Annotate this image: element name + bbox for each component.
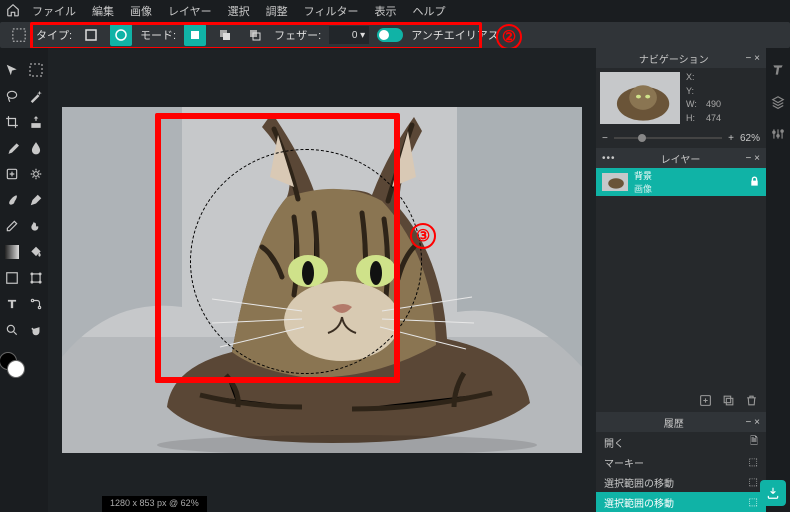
menu-select[interactable]: 選択 xyxy=(222,1,256,21)
selection-marquee xyxy=(190,149,422,374)
clone-tool[interactable] xyxy=(26,112,46,132)
zoom-out-button[interactable]: − xyxy=(602,133,608,144)
crop-tool[interactable] xyxy=(2,112,22,132)
layers-panel-icon[interactable] xyxy=(768,92,788,112)
mode-add-button[interactable] xyxy=(214,24,236,46)
panels: ナビゲーション − × X: Y: W:490 H:474 − + 62% ••… xyxy=(596,48,766,512)
menu-edit[interactable]: 編集 xyxy=(86,1,120,21)
duplicate-layer-icon[interactable] xyxy=(722,394,735,410)
zoom-tool[interactable] xyxy=(2,320,22,340)
transform-tool[interactable] xyxy=(26,268,46,288)
layers-footer xyxy=(596,392,766,412)
nav-title: ナビゲーション xyxy=(602,51,746,66)
move-tool[interactable] xyxy=(2,60,22,80)
layer-type: 画像 xyxy=(634,182,743,195)
nav-panel-header[interactable]: ナビゲーション − × xyxy=(596,48,766,68)
type-label: タイプ: xyxy=(36,27,72,43)
brush-tool[interactable] xyxy=(2,190,22,210)
nav-info: X: Y: W:490 H:474 xyxy=(686,72,721,124)
mode-label: モード: xyxy=(140,27,176,43)
minimize-icon[interactable]: − xyxy=(746,153,752,164)
zoom-slider[interactable] xyxy=(614,137,722,139)
type-ellipse-button[interactable] xyxy=(110,24,132,46)
layer-thumbnail xyxy=(602,173,628,191)
fill-tool[interactable] xyxy=(26,242,46,262)
feather-label: フェザー: xyxy=(274,27,321,43)
history-item-active[interactable]: 選択範囲の移動⬚ xyxy=(596,492,766,512)
panel-tabs-column xyxy=(766,48,790,512)
history-item[interactable]: 開く🗎 xyxy=(596,432,766,452)
download-button[interactable] xyxy=(760,480,786,506)
layer-item[interactable]: 背景 画像 xyxy=(596,168,766,196)
eraser-tool[interactable] xyxy=(2,216,22,236)
options-bar: タイプ: モード: フェザー: アンチエイリアス xyxy=(0,22,790,48)
marquee-tool[interactable] xyxy=(26,60,46,80)
file-icon: 🗎 xyxy=(750,434,758,451)
marquee-icon: ⬚ xyxy=(749,457,758,468)
antialias-toggle[interactable] xyxy=(377,28,403,42)
blur-tool[interactable] xyxy=(26,138,46,158)
marquee-icon: ⬚ xyxy=(749,497,758,508)
shape-tool[interactable] xyxy=(2,268,22,288)
zoom-row: − + 62% xyxy=(596,128,766,148)
close-icon[interactable]: × xyxy=(754,417,760,428)
menu-file[interactable]: ファイル xyxy=(26,1,82,21)
canvas[interactable]: ③ xyxy=(62,107,582,453)
antialias-label: アンチエイリアス xyxy=(411,27,499,43)
zoom-value: 62% xyxy=(740,133,760,144)
menu-view[interactable]: 表示 xyxy=(368,1,402,21)
eyedropper-tool[interactable] xyxy=(2,138,22,158)
tool-column-left-2 xyxy=(24,48,48,512)
nav-thumbnail[interactable] xyxy=(600,72,680,124)
canvas-area[interactable]: ③ 1280 x 853 px @ 62% xyxy=(48,48,596,512)
history-panel-header[interactable]: 履歴 − × xyxy=(596,412,766,432)
mode-subtract-button[interactable] xyxy=(244,24,266,46)
menu-layer[interactable]: レイヤー xyxy=(162,1,218,21)
lasso-tool[interactable] xyxy=(2,86,22,106)
hand-tool[interactable] xyxy=(26,320,46,340)
pen-tool[interactable] xyxy=(26,190,46,210)
marquee-tool-icon[interactable] xyxy=(8,24,30,46)
text-panel-icon[interactable] xyxy=(768,60,788,80)
add-layer-icon[interactable] xyxy=(699,394,712,410)
layers-title: レイヤー xyxy=(616,151,746,166)
smudge-tool[interactable] xyxy=(26,216,46,236)
type-rect-button[interactable] xyxy=(80,24,102,46)
history-title: 履歴 xyxy=(602,415,746,430)
heal-tool[interactable] xyxy=(2,164,22,184)
sharpen-tool[interactable] xyxy=(26,164,46,184)
lock-icon[interactable] xyxy=(749,176,760,189)
adjust-panel-icon[interactable] xyxy=(768,124,788,144)
path-tool[interactable] xyxy=(26,294,46,314)
menu-adjust[interactable]: 調整 xyxy=(260,1,294,21)
color-swatch[interactable] xyxy=(0,352,25,378)
home-icon[interactable] xyxy=(6,3,22,19)
tool-column-left xyxy=(0,48,24,512)
menu-bar: ファイル 編集 画像 レイヤー 選択 調整 フィルター 表示 ヘルプ xyxy=(0,0,790,22)
status-bar: 1280 x 853 px @ 62% xyxy=(102,496,207,512)
minimize-icon[interactable]: − xyxy=(746,417,752,428)
history-item[interactable]: マーキー⬚ xyxy=(596,452,766,472)
panel-menu-icon[interactable]: ••• xyxy=(602,153,616,164)
history-body: 開く🗎 マーキー⬚ 選択範囲の移動⬚ 選択範囲の移動⬚ xyxy=(596,432,766,512)
marquee-icon: ⬚ xyxy=(749,477,758,488)
minimize-icon[interactable]: − xyxy=(746,53,752,64)
zoom-in-button[interactable]: + xyxy=(728,133,734,144)
text-tool[interactable] xyxy=(2,294,22,314)
nav-panel-body: X: Y: W:490 H:474 xyxy=(596,68,766,128)
close-icon[interactable]: × xyxy=(754,53,760,64)
mode-new-button[interactable] xyxy=(184,24,206,46)
delete-layer-icon[interactable] xyxy=(745,394,758,410)
layers-panel-header[interactable]: ••• レイヤー − × xyxy=(596,148,766,168)
feather-input[interactable] xyxy=(329,26,369,44)
menu-image[interactable]: 画像 xyxy=(124,1,158,21)
menu-filter[interactable]: フィルター xyxy=(298,1,365,21)
workspace: ③ 1280 x 853 px @ 62% ナビゲーション − × X: Y: … xyxy=(0,48,790,512)
history-item[interactable]: 選択範囲の移動⬚ xyxy=(596,472,766,492)
menu-help[interactable]: ヘルプ xyxy=(406,1,451,21)
gradient-tool[interactable] xyxy=(2,242,22,262)
layer-name: 背景 xyxy=(634,169,743,182)
close-icon[interactable]: × xyxy=(754,153,760,164)
wand-tool[interactable] xyxy=(26,86,46,106)
